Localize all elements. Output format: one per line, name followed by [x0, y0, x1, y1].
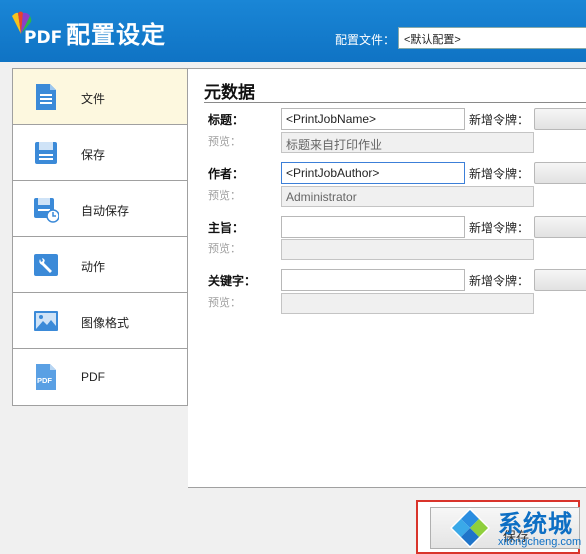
- watermark-logo-icon: [450, 508, 490, 548]
- logo-text: PDF: [24, 28, 63, 48]
- sidebar-item-pdf[interactable]: PDF PDF: [13, 349, 187, 405]
- profile-dropdown[interactable]: <默认配置>: [398, 27, 586, 49]
- watermark-url: xitongcheng.com: [498, 536, 582, 548]
- sidebar-item-label: 动作: [81, 260, 106, 274]
- subject-preview-label: 预览：: [208, 243, 241, 255]
- subject-preview: [281, 239, 534, 260]
- author-input[interactable]: <PrintJobAuthor>: [281, 162, 465, 184]
- subject-token-dropdown[interactable]: [534, 216, 586, 238]
- subject-token-label: 新增令牌：: [469, 221, 530, 235]
- title-input[interactable]: <PrintJobName>: [281, 108, 465, 130]
- save-icon: [35, 142, 57, 164]
- sidebar-item-label: 保存: [81, 148, 106, 162]
- sidebar-item-label: PDF: [81, 370, 105, 384]
- title-token-dropdown[interactable]: [534, 108, 586, 130]
- subject-input[interactable]: [281, 216, 465, 238]
- keywords-token-dropdown[interactable]: [534, 269, 586, 291]
- sidebar-item-label: 图像格式: [81, 316, 130, 330]
- sidebar-item-label: 自动保存: [81, 204, 130, 218]
- svg-text:PDF: PDF: [37, 376, 52, 385]
- sidebar-item-file[interactable]: 文件: [13, 69, 187, 125]
- author-label: 作者：: [208, 167, 245, 181]
- header-bar: PDF 配置设定 配置文件： <默认配置>: [0, 0, 586, 62]
- title-token-label: 新增令牌：: [469, 113, 530, 127]
- metadata-panel: 元数据 标题： <PrintJobName> 新增令牌： 预览： 标题来自打印作…: [188, 68, 586, 488]
- keywords-token-label: 新增令牌：: [469, 274, 530, 288]
- author-token-label: 新增令牌：: [469, 167, 530, 181]
- author-preview: Administrator: [281, 186, 534, 207]
- app-logo: PDF: [8, 10, 62, 52]
- wrench-icon: [34, 254, 58, 276]
- sidebar-item-save[interactable]: 保存: [13, 125, 187, 181]
- app-title: 配置设定: [66, 21, 166, 49]
- keywords-label: 关键字：: [208, 274, 257, 288]
- sidebar-item-autosave[interactable]: 自动保存: [13, 181, 187, 237]
- section-divider: [204, 102, 586, 103]
- document-icon: [36, 84, 56, 110]
- sidebar-item-label: 文件: [81, 92, 106, 106]
- sidebar: 文件 保存 自动保存 动作 图像格式 PDF PDF: [12, 68, 188, 406]
- author-token-dropdown[interactable]: [534, 162, 586, 184]
- title-label: 标题：: [208, 113, 245, 127]
- autosave-icon: [34, 198, 59, 223]
- keywords-preview: [281, 293, 534, 314]
- author-preview-label: 预览：: [208, 190, 241, 202]
- sidebar-item-image-format[interactable]: 图像格式: [13, 293, 187, 349]
- sidebar-item-actions[interactable]: 动作: [13, 237, 187, 293]
- watermark-name: 系统城: [498, 510, 573, 538]
- image-icon: [34, 311, 58, 331]
- title-preview-label: 预览：: [208, 136, 241, 148]
- subject-label: 主旨：: [208, 221, 245, 235]
- pdf-file-icon: PDF: [36, 364, 56, 390]
- section-title: 元数据: [204, 83, 255, 102]
- title-preview: 标题来自打印作业: [281, 132, 534, 153]
- profile-label: 配置文件：: [335, 33, 396, 47]
- keywords-preview-label: 预览：: [208, 297, 241, 309]
- save-button-highlight: 保存 系统城 xitongcheng.com: [416, 500, 582, 554]
- keywords-input[interactable]: [281, 269, 465, 291]
